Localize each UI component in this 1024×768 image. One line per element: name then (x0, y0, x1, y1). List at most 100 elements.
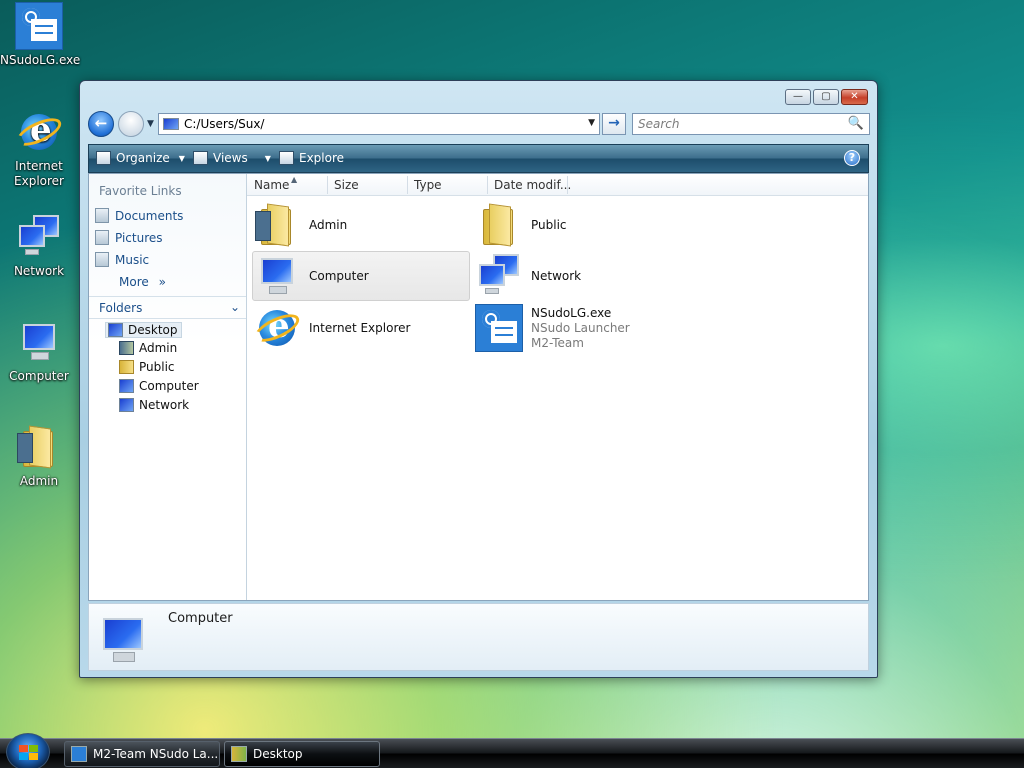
desktop-icon-label: Computer (9, 369, 69, 383)
explore-label: Explore (299, 151, 345, 165)
tree-item-public[interactable]: Public (119, 360, 175, 374)
search-icon[interactable]: 🔍 (848, 116, 864, 131)
tree-item-computer[interactable]: Computer (119, 379, 199, 393)
item-company: M2-Team (531, 335, 584, 350)
close-button[interactable]: ✕ (841, 89, 868, 105)
column-separator[interactable] (567, 176, 568, 194)
column-separator[interactable] (327, 176, 328, 194)
favorite-link-documents[interactable]: Documents (95, 208, 183, 223)
internet-explorer-icon (13, 108, 65, 156)
minimize-button[interactable]: — (785, 89, 811, 105)
sort-ascending-icon: ▲ (291, 175, 298, 184)
item-name: NSudoLG.exe (531, 305, 612, 320)
item-name: Internet Explorer (309, 320, 411, 335)
desktop-icon-network[interactable]: Network (0, 213, 78, 279)
help-icon[interactable]: ? (844, 150, 860, 166)
views-icon (193, 151, 208, 165)
column-header-type[interactable]: Type (414, 178, 442, 192)
column-header-name[interactable]: ▲ Name (254, 175, 297, 192)
double-chevron-icon: » (158, 275, 166, 289)
item-name: Public (531, 217, 567, 232)
tree-item-network[interactable]: Network (119, 398, 189, 412)
column-headers: ▲ Name Size Type Date modif... (247, 174, 868, 196)
taskbar-button-label: Desktop (253, 747, 303, 761)
computer-icon (119, 379, 134, 393)
item-description: NSudo Launcher (531, 320, 630, 335)
taskbar: M2-Team NSudo La... Desktop (0, 733, 1024, 768)
start-button[interactable] (6, 733, 50, 768)
tree-item-label: Computer (139, 379, 199, 393)
tree-item-label: Desktop (128, 323, 178, 337)
window-controls: — ▢ ✕ (785, 89, 868, 105)
tree-item-label: Network (139, 398, 190, 412)
taskbar-button-nsudo[interactable]: M2-Team NSudo La... (64, 741, 220, 767)
list-item-public[interactable]: Public (475, 200, 693, 250)
user-folder-icon (119, 341, 134, 355)
favorite-link-pictures[interactable]: Pictures (95, 230, 163, 245)
list-item-network[interactable]: Network (475, 251, 693, 301)
chevron-down-icon[interactable]: ▼ (588, 118, 595, 128)
organize-label: Organize (116, 151, 170, 165)
item-name: Computer (309, 268, 369, 283)
search-placeholder: Search (638, 117, 680, 131)
go-button[interactable]: → (602, 113, 626, 135)
desktop-icon-computer[interactable]: Computer (0, 318, 78, 384)
address-path[interactable]: C:/Users/Sux/ (184, 117, 264, 131)
recent-pages-dropdown[interactable]: ▼ (147, 119, 154, 129)
desktop-icon-admin[interactable]: Admin (0, 423, 78, 489)
maximize-button[interactable]: ▢ (813, 89, 839, 105)
more-links-button[interactable]: More » (119, 275, 166, 289)
address-bar[interactable]: C:/Users/Sux/ ▼ (158, 113, 600, 135)
back-button[interactable]: ← (88, 111, 114, 137)
explorer-body: Favorite Links Documents Pictures Music … (88, 173, 869, 601)
windows-logo-icon (19, 745, 39, 761)
desktop-icon-nsudolg[interactable]: NSudoLG.exe (0, 2, 80, 68)
organize-icon (96, 151, 111, 165)
tree-item-label: Public (139, 360, 175, 374)
documents-icon (95, 208, 109, 223)
column-separator[interactable] (487, 176, 488, 194)
desktop-icon (108, 323, 123, 337)
favorite-links-title: Favorite Links (99, 184, 182, 198)
forward-button[interactable] (118, 111, 144, 137)
navigation-pane: Favorite Links Documents Pictures Music … (89, 174, 247, 600)
internet-explorer-icon (251, 304, 303, 352)
column-header-date-modified[interactable]: Date modif... (494, 178, 571, 192)
command-toolbar: Organize ▼ Views ▼ Explore ? (88, 144, 869, 173)
user-folder-icon (253, 201, 301, 249)
tree-item-desktop[interactable]: Desktop (105, 322, 182, 338)
favorite-link-label: Pictures (115, 230, 163, 245)
chevron-down-icon: ▼ (178, 153, 185, 163)
column-header-size[interactable]: Size (334, 178, 359, 192)
more-label: More (119, 275, 149, 289)
desktop-icon-internet-explorer[interactable]: Internet Explorer (0, 108, 78, 189)
list-item-computer[interactable]: Computer (252, 251, 470, 301)
favorite-link-music[interactable]: Music (95, 252, 149, 267)
item-name: Network (531, 268, 582, 283)
pictures-icon (95, 230, 109, 245)
computer-icon (93, 614, 151, 666)
user-folder-icon (15, 423, 63, 471)
list-item-nsudolg[interactable]: NSudoLG.exe NSudo Launcher M2-Team (475, 303, 693, 353)
item-name-block: NSudoLG.exe NSudo Launcher M2-Team (531, 306, 630, 351)
views-button[interactable]: Views ▼ (193, 151, 271, 165)
navigation-bar: ← ▼ C:/Users/Sux/ ▼ → Search 🔍 (88, 111, 870, 137)
column-separator[interactable] (407, 176, 408, 194)
tree-item-label: Admin (139, 341, 178, 355)
computer-icon (253, 252, 301, 300)
explorer-window: — ▢ ✕ ← ▼ C:/Users/Sux/ ▼ → Search 🔍 Org… (79, 80, 878, 678)
chevron-down-icon: ▼ (264, 153, 271, 163)
taskbar-button-desktop[interactable]: Desktop (224, 741, 380, 767)
item-name: Admin (309, 217, 348, 232)
taskbar-button-label: M2-Team NSudo La... (93, 747, 219, 761)
desktop-icon-label: Internet Explorer (14, 159, 64, 188)
chevron-down-icon: ⌄ (229, 300, 240, 314)
desktop-icon (163, 118, 179, 130)
tree-item-admin[interactable]: Admin (119, 341, 177, 355)
list-item-internet-explorer[interactable]: Internet Explorer (251, 303, 471, 353)
explore-button[interactable]: Explore (279, 151, 344, 165)
organize-button[interactable]: Organize ▼ (96, 151, 185, 165)
list-item-admin[interactable]: Admin (253, 200, 471, 250)
search-input[interactable]: Search 🔍 (632, 113, 870, 135)
folders-toggle[interactable]: Folders ⌄ (89, 296, 246, 319)
